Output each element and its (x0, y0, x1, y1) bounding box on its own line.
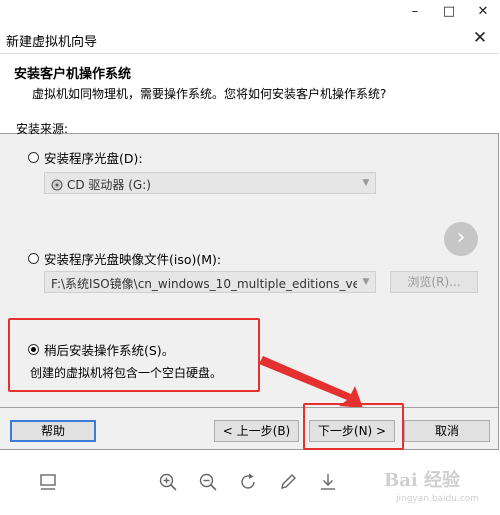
radio-button-icon[interactable] (28, 152, 39, 163)
header-subtitle: 虚拟机如同物理机，需要操作系统。您将如何安装客户机操作系统? (32, 87, 387, 101)
iso-path-value: F:\系统ISO镜像\cn_windows_10_multiple_editio… (51, 277, 357, 291)
edit-icon[interactable] (278, 472, 298, 492)
minimize-button[interactable]: – (400, 0, 430, 24)
watermark-logo: Bai 经验 (384, 470, 460, 491)
window-chrome: – □ ✕ (0, 0, 500, 24)
layout-icon[interactable] (38, 472, 58, 492)
baidu-watermark: Bai 经验 jingyan.baidu.com (378, 460, 496, 512)
window-close-button[interactable]: ✕ (468, 0, 498, 24)
browse-button[interactable]: 浏览(R)... (390, 271, 478, 293)
disc-drive-select[interactable]: CD 驱动器 (G:) ▼ (44, 172, 376, 194)
cd-drive-icon (51, 179, 63, 191)
dialog-close-icon[interactable]: ✕ (469, 27, 491, 49)
chevron-down-icon[interactable]: ▼ (357, 173, 375, 193)
radio-iso-image[interactable]: 安装程序光盘映像文件(iso)(M): (28, 249, 221, 268)
next-page-arrow-icon[interactable]: › (444, 222, 478, 256)
next-button-highlight-box (303, 403, 404, 450)
wizard-header: 安装客户机操作系统 虚拟机如同物理机，需要操作系统。您将如何安装客户机操作系统? (0, 54, 499, 134)
radio-installer-disc[interactable]: 安装程序光盘(D): (28, 148, 143, 167)
back-button[interactable]: < 上一步(B) (214, 420, 299, 442)
annotation-highlight-box (8, 318, 260, 392)
dialog-title: 新建虚拟机向导 (6, 35, 98, 50)
watermark-url: jingyan.baidu.com (396, 494, 480, 504)
iso-path-select[interactable]: F:\系统ISO镜像\cn_windows_10_multiple_editio… (44, 271, 376, 293)
header-title: 安装客户机操作系统 (14, 67, 132, 82)
maximize-button[interactable]: □ (434, 0, 464, 24)
radio-installer-disc-label: 安装程序光盘(D): (44, 151, 143, 166)
radio-iso-image-label: 安装程序光盘映像文件(iso)(M): (44, 252, 222, 267)
dialog-titlebar: 新建虚拟机向导 ✕ (0, 24, 499, 54)
help-button[interactable]: 帮助 (10, 420, 96, 442)
chevron-down-icon[interactable]: ▼ (357, 272, 375, 292)
zoom-in-icon[interactable] (158, 472, 178, 492)
new-vm-wizard-dialog: 新建虚拟机向导 ✕ 安装客户机操作系统 虚拟机如同物理机，需要操作系统。您将如何… (0, 24, 499, 450)
rotate-icon[interactable] (238, 472, 258, 492)
cancel-button[interactable]: 取消 (404, 420, 490, 442)
button-separator (0, 407, 499, 408)
install-source-label: 安装来源: (16, 122, 69, 136)
zoom-out-icon[interactable] (198, 472, 218, 492)
radio-button-icon[interactable] (28, 253, 39, 264)
download-icon[interactable] (318, 472, 338, 492)
disc-drive-value: CD 驱动器 (G:) (67, 178, 151, 192)
